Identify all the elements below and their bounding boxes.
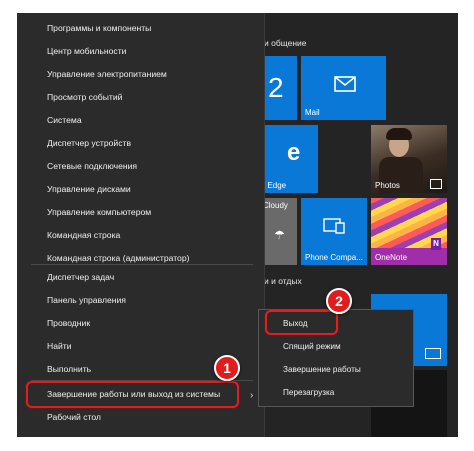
menu-item-task-manager[interactable]: Диспетчер задач [17, 266, 264, 288]
photos-tile[interactable]: Photos [371, 125, 447, 193]
weather-tile[interactable]: Cloudy ☂ [262, 198, 297, 265]
tile-group-title-1: и общение [264, 38, 307, 48]
mail-tile-label: Mail [305, 108, 320, 117]
menu-item-search[interactable]: Найти [17, 335, 264, 357]
highlight-sign-out-item [265, 310, 338, 335]
menu-item-event-viewer[interactable]: Просмотр событий [17, 86, 264, 108]
onenote-icon: N [431, 238, 441, 250]
calendar-date: 2 [268, 72, 284, 103]
menu-item-computer-management[interactable]: Управление компьютером [17, 201, 264, 223]
submenu-item-restart[interactable]: Перезагрузка [259, 382, 415, 404]
menu-item-desktop[interactable]: Рабочий стол [17, 406, 264, 428]
menu-item-control-panel[interactable]: Панель управления [17, 289, 264, 311]
step-badge-1: 1 [214, 355, 240, 381]
menu-item-programs[interactable]: Программы и компоненты [17, 17, 264, 39]
rain-icon: ☂ [274, 228, 285, 242]
photos-small-icon [430, 179, 442, 189]
step-badge-2: 2 [326, 288, 352, 314]
chevron-right-icon: › [250, 390, 254, 401]
highlight-shutdown-item [26, 381, 239, 408]
tv-icon [425, 348, 441, 359]
submenu-item-sleep[interactable]: Спящий режим [259, 336, 415, 358]
menu-item-mobility[interactable]: Центр мобильности [17, 40, 264, 62]
edge-tile-label: t Edge [263, 181, 287, 190]
phone-tile-label: Phone Compa... [305, 253, 363, 262]
submenu-item-shutdown[interactable]: Завершение работы [259, 359, 415, 381]
photo-hair-shape [386, 128, 412, 140]
photos-tile-label: Photos [375, 181, 400, 190]
onenote-tile[interactable]: N OneNote [371, 198, 447, 265]
menu-item-cmd[interactable]: Командная строка [17, 224, 264, 246]
calendar-tile[interactable]: 2 [262, 56, 297, 120]
weather-tile-label: Cloudy [263, 201, 288, 210]
menu-item-disk-management[interactable]: Управление дисками [17, 178, 264, 200]
menu-item-network[interactable]: Сетевые подключения [17, 155, 264, 177]
menu-item-device-manager[interactable]: Диспетчер устройств [17, 132, 264, 154]
mail-icon [334, 76, 356, 92]
menu-item-power-options[interactable]: Управление электропитанием [17, 63, 264, 85]
edge-icon: e [287, 139, 301, 166]
menu-item-system[interactable]: Система [17, 109, 264, 131]
onenote-tile-label: OneNote [375, 253, 408, 262]
edge-tile[interactable]: e t Edge [262, 125, 318, 193]
phone-icon [323, 218, 345, 234]
tile-group-title-2: и и отдых [264, 276, 302, 286]
phone-companion-tile[interactable]: Phone Compa... [301, 198, 367, 265]
menu-item-explorer[interactable]: Проводник [17, 312, 264, 334]
menu-separator-1 [31, 264, 253, 265]
mail-tile[interactable]: Mail [301, 56, 386, 120]
